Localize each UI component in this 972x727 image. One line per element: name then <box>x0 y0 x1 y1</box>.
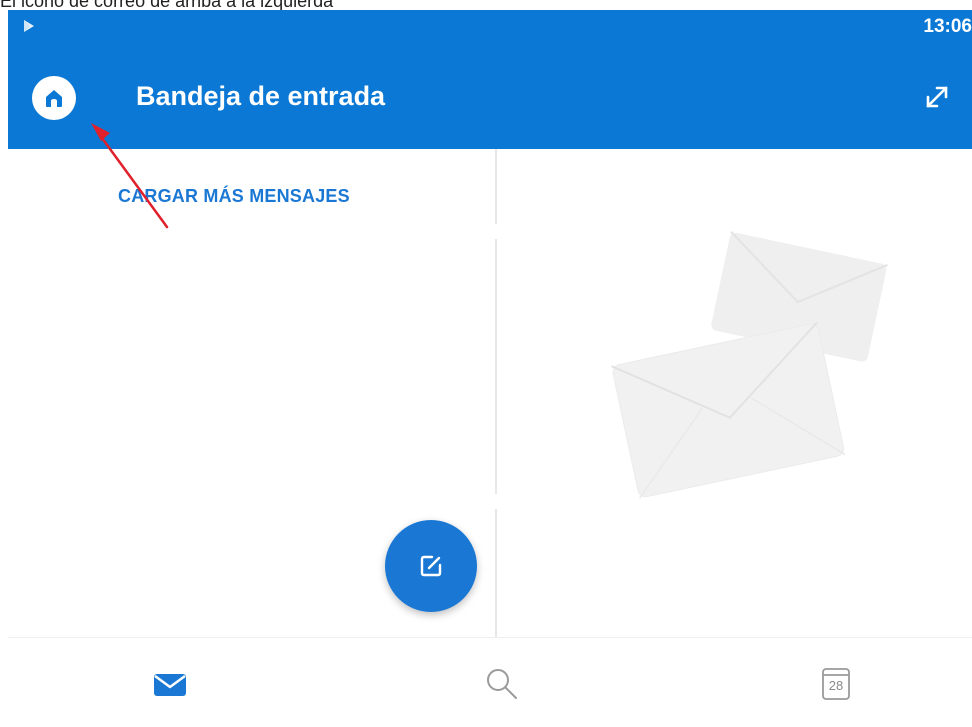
envelopes-illustration <box>611 230 888 499</box>
compose-button[interactable] <box>385 520 477 612</box>
bottom-navigation: 28 <box>8 637 972 727</box>
home-button[interactable] <box>32 76 76 120</box>
play-store-icon <box>24 20 34 32</box>
status-time: 13:06 <box>923 16 972 37</box>
outlook-app: 13:06 Bandeja de entrada CARGAR MÁS MENS… <box>8 10 972 727</box>
compose-icon <box>420 555 442 577</box>
calendar-day-label: 28 <box>828 678 844 693</box>
home-icon <box>46 90 62 107</box>
mail-icon <box>154 674 186 696</box>
status-bar: 13:06 <box>8 10 972 46</box>
app-header: Bandeja de entrada <box>8 46 972 149</box>
screenshot-caption: El icono de correo de arriba a la izquie… <box>0 0 334 11</box>
search-icon <box>487 669 517 699</box>
page-title: Bandeja de entrada <box>136 81 386 111</box>
nav-item-mail[interactable] <box>152 666 188 702</box>
nav-item-search[interactable] <box>484 666 520 702</box>
expand-icon[interactable] <box>920 80 954 114</box>
nav-item-calendar[interactable]: 28 <box>818 666 854 702</box>
load-more-messages-link[interactable]: CARGAR MÁS MENSAJES <box>118 186 350 207</box>
